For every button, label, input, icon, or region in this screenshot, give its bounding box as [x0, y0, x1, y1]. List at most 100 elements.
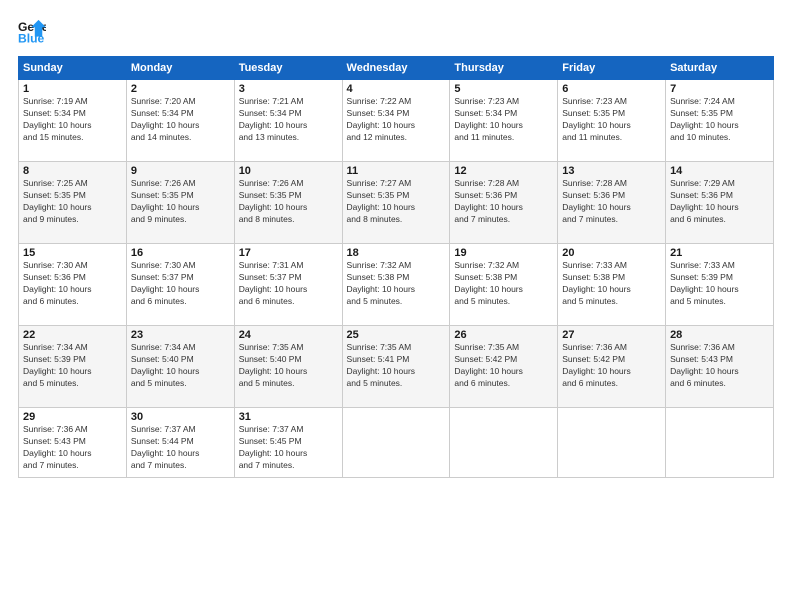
- day-detail: Sunrise: 7:24 AM Sunset: 5:35 PM Dayligh…: [670, 96, 769, 144]
- calendar-cell: 28 Sunrise: 7:36 AM Sunset: 5:43 PM Dayl…: [666, 326, 774, 408]
- calendar-cell: 11 Sunrise: 7:27 AM Sunset: 5:35 PM Dayl…: [342, 162, 450, 244]
- day-number: 27: [562, 329, 661, 341]
- day-number: 17: [239, 247, 338, 259]
- day-detail: Sunrise: 7:36 AM Sunset: 5:42 PM Dayligh…: [562, 342, 661, 390]
- calendar-cell: 1 Sunrise: 7:19 AM Sunset: 5:34 PM Dayli…: [19, 80, 127, 162]
- day-number: 22: [23, 329, 122, 341]
- day-number: 25: [347, 329, 446, 341]
- day-detail: Sunrise: 7:19 AM Sunset: 5:34 PM Dayligh…: [23, 96, 122, 144]
- day-detail: Sunrise: 7:35 AM Sunset: 5:40 PM Dayligh…: [239, 342, 338, 390]
- calendar-cell: 12 Sunrise: 7:28 AM Sunset: 5:36 PM Dayl…: [450, 162, 558, 244]
- calendar-cell: 8 Sunrise: 7:25 AM Sunset: 5:35 PM Dayli…: [19, 162, 127, 244]
- day-number: 15: [23, 247, 122, 259]
- day-detail: Sunrise: 7:30 AM Sunset: 5:36 PM Dayligh…: [23, 260, 122, 308]
- calendar-cell: 15 Sunrise: 7:30 AM Sunset: 5:36 PM Dayl…: [19, 244, 127, 326]
- day-detail: Sunrise: 7:31 AM Sunset: 5:37 PM Dayligh…: [239, 260, 338, 308]
- weekday-header-thursday: Thursday: [450, 57, 558, 80]
- day-detail: Sunrise: 7:35 AM Sunset: 5:42 PM Dayligh…: [454, 342, 553, 390]
- day-detail: Sunrise: 7:33 AM Sunset: 5:38 PM Dayligh…: [562, 260, 661, 308]
- day-detail: Sunrise: 7:27 AM Sunset: 5:35 PM Dayligh…: [347, 178, 446, 226]
- header: General Blue: [18, 18, 774, 46]
- calendar-cell: [558, 408, 666, 478]
- day-detail: Sunrise: 7:28 AM Sunset: 5:36 PM Dayligh…: [562, 178, 661, 226]
- day-detail: Sunrise: 7:34 AM Sunset: 5:39 PM Dayligh…: [23, 342, 122, 390]
- day-number: 20: [562, 247, 661, 259]
- day-detail: Sunrise: 7:36 AM Sunset: 5:43 PM Dayligh…: [23, 424, 122, 472]
- calendar-cell: 18 Sunrise: 7:32 AM Sunset: 5:38 PM Dayl…: [342, 244, 450, 326]
- day-number: 19: [454, 247, 553, 259]
- calendar-cell: 17 Sunrise: 7:31 AM Sunset: 5:37 PM Dayl…: [234, 244, 342, 326]
- day-number: 24: [239, 329, 338, 341]
- day-detail: Sunrise: 7:30 AM Sunset: 5:37 PM Dayligh…: [131, 260, 230, 308]
- weekday-header-sunday: Sunday: [19, 57, 127, 80]
- day-number: 18: [347, 247, 446, 259]
- calendar-cell: 26 Sunrise: 7:35 AM Sunset: 5:42 PM Dayl…: [450, 326, 558, 408]
- calendar-cell: 10 Sunrise: 7:26 AM Sunset: 5:35 PM Dayl…: [234, 162, 342, 244]
- day-detail: Sunrise: 7:25 AM Sunset: 5:35 PM Dayligh…: [23, 178, 122, 226]
- day-number: 13: [562, 165, 661, 177]
- weekday-header-wednesday: Wednesday: [342, 57, 450, 80]
- day-detail: Sunrise: 7:32 AM Sunset: 5:38 PM Dayligh…: [454, 260, 553, 308]
- day-number: 1: [23, 83, 122, 95]
- calendar-cell: [666, 408, 774, 478]
- weekday-header-tuesday: Tuesday: [234, 57, 342, 80]
- logo-icon: General Blue: [18, 18, 46, 46]
- day-detail: Sunrise: 7:37 AM Sunset: 5:45 PM Dayligh…: [239, 424, 338, 472]
- calendar-cell: 25 Sunrise: 7:35 AM Sunset: 5:41 PM Dayl…: [342, 326, 450, 408]
- day-number: 16: [131, 247, 230, 259]
- day-detail: Sunrise: 7:23 AM Sunset: 5:35 PM Dayligh…: [562, 96, 661, 144]
- day-number: 2: [131, 83, 230, 95]
- day-detail: Sunrise: 7:36 AM Sunset: 5:43 PM Dayligh…: [670, 342, 769, 390]
- day-number: 6: [562, 83, 661, 95]
- day-number: 5: [454, 83, 553, 95]
- day-number: 3: [239, 83, 338, 95]
- day-detail: Sunrise: 7:28 AM Sunset: 5:36 PM Dayligh…: [454, 178, 553, 226]
- weekday-header-monday: Monday: [126, 57, 234, 80]
- day-detail: Sunrise: 7:33 AM Sunset: 5:39 PM Dayligh…: [670, 260, 769, 308]
- day-number: 8: [23, 165, 122, 177]
- calendar-cell: 20 Sunrise: 7:33 AM Sunset: 5:38 PM Dayl…: [558, 244, 666, 326]
- day-number: 4: [347, 83, 446, 95]
- day-detail: Sunrise: 7:22 AM Sunset: 5:34 PM Dayligh…: [347, 96, 446, 144]
- day-number: 7: [670, 83, 769, 95]
- day-detail: Sunrise: 7:37 AM Sunset: 5:44 PM Dayligh…: [131, 424, 230, 472]
- day-detail: Sunrise: 7:26 AM Sunset: 5:35 PM Dayligh…: [239, 178, 338, 226]
- day-detail: Sunrise: 7:26 AM Sunset: 5:35 PM Dayligh…: [131, 178, 230, 226]
- calendar-cell: 14 Sunrise: 7:29 AM Sunset: 5:36 PM Dayl…: [666, 162, 774, 244]
- page: General Blue SundayMondayTuesdayWednesda…: [0, 0, 792, 612]
- day-number: 30: [131, 411, 230, 423]
- calendar-cell: [342, 408, 450, 478]
- day-detail: Sunrise: 7:21 AM Sunset: 5:34 PM Dayligh…: [239, 96, 338, 144]
- calendar-cell: 22 Sunrise: 7:34 AM Sunset: 5:39 PM Dayl…: [19, 326, 127, 408]
- day-detail: Sunrise: 7:35 AM Sunset: 5:41 PM Dayligh…: [347, 342, 446, 390]
- day-detail: Sunrise: 7:32 AM Sunset: 5:38 PM Dayligh…: [347, 260, 446, 308]
- calendar-cell: 7 Sunrise: 7:24 AM Sunset: 5:35 PM Dayli…: [666, 80, 774, 162]
- calendar-cell: 31 Sunrise: 7:37 AM Sunset: 5:45 PM Dayl…: [234, 408, 342, 478]
- day-number: 28: [670, 329, 769, 341]
- calendar: SundayMondayTuesdayWednesdayThursdayFrid…: [18, 56, 774, 478]
- calendar-cell: 5 Sunrise: 7:23 AM Sunset: 5:34 PM Dayli…: [450, 80, 558, 162]
- day-number: 21: [670, 247, 769, 259]
- day-number: 26: [454, 329, 553, 341]
- day-number: 9: [131, 165, 230, 177]
- calendar-cell: 13 Sunrise: 7:28 AM Sunset: 5:36 PM Dayl…: [558, 162, 666, 244]
- day-detail: Sunrise: 7:20 AM Sunset: 5:34 PM Dayligh…: [131, 96, 230, 144]
- calendar-cell: 4 Sunrise: 7:22 AM Sunset: 5:34 PM Dayli…: [342, 80, 450, 162]
- logo: General Blue: [18, 18, 48, 46]
- calendar-cell: 9 Sunrise: 7:26 AM Sunset: 5:35 PM Dayli…: [126, 162, 234, 244]
- day-number: 29: [23, 411, 122, 423]
- day-detail: Sunrise: 7:34 AM Sunset: 5:40 PM Dayligh…: [131, 342, 230, 390]
- weekday-header-saturday: Saturday: [666, 57, 774, 80]
- calendar-cell: 23 Sunrise: 7:34 AM Sunset: 5:40 PM Dayl…: [126, 326, 234, 408]
- calendar-cell: 21 Sunrise: 7:33 AM Sunset: 5:39 PM Dayl…: [666, 244, 774, 326]
- calendar-cell: 19 Sunrise: 7:32 AM Sunset: 5:38 PM Dayl…: [450, 244, 558, 326]
- day-number: 14: [670, 165, 769, 177]
- day-detail: Sunrise: 7:23 AM Sunset: 5:34 PM Dayligh…: [454, 96, 553, 144]
- weekday-header-friday: Friday: [558, 57, 666, 80]
- day-number: 11: [347, 165, 446, 177]
- calendar-cell: 2 Sunrise: 7:20 AM Sunset: 5:34 PM Dayli…: [126, 80, 234, 162]
- calendar-header-row: SundayMondayTuesdayWednesdayThursdayFrid…: [19, 57, 774, 80]
- day-number: 23: [131, 329, 230, 341]
- calendar-cell: 16 Sunrise: 7:30 AM Sunset: 5:37 PM Dayl…: [126, 244, 234, 326]
- calendar-cell: 3 Sunrise: 7:21 AM Sunset: 5:34 PM Dayli…: [234, 80, 342, 162]
